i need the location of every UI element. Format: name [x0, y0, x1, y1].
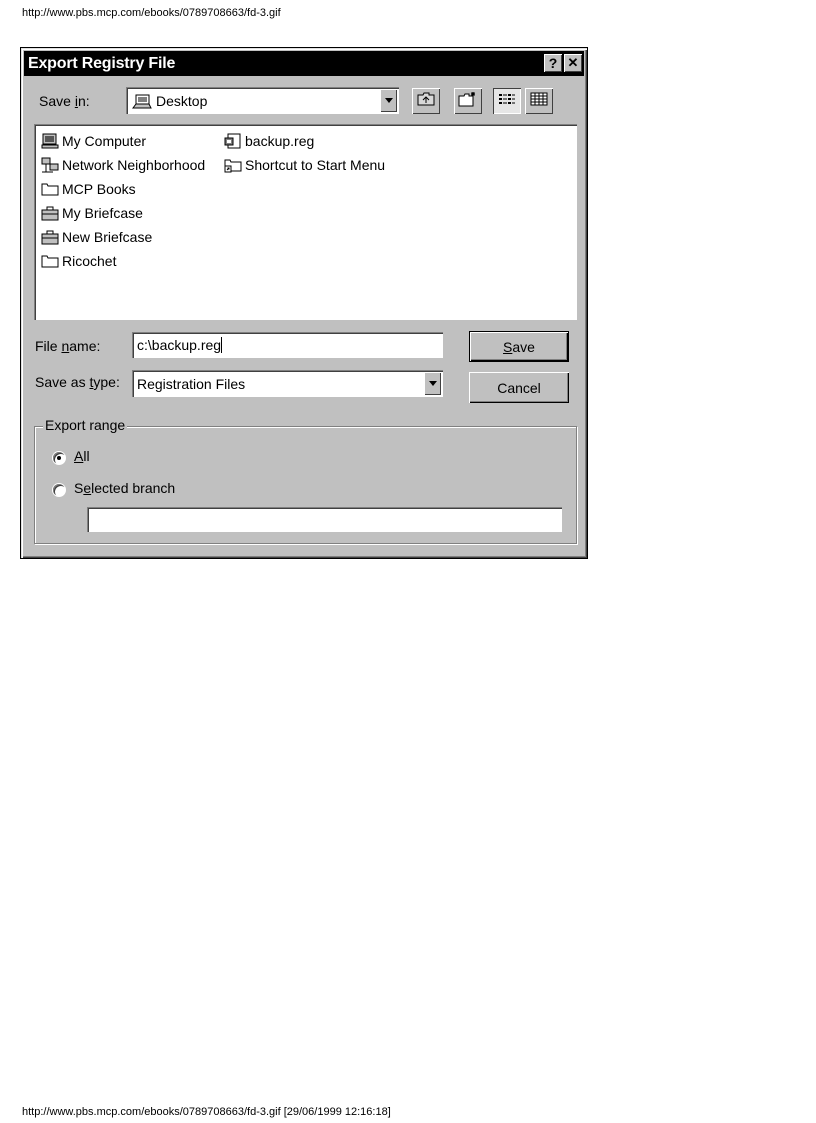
- list-item-label: Ricochet: [62, 253, 117, 269]
- up-one-level-button[interactable]: [412, 88, 440, 114]
- list-item[interactable]: Ricochet: [41, 250, 116, 272]
- close-button[interactable]: ✕: [564, 54, 582, 72]
- list-item[interactable]: My Computer: [41, 130, 146, 152]
- chevron-down-icon[interactable]: [424, 372, 441, 395]
- list-item-label: Shortcut to Start Menu: [245, 157, 386, 173]
- list-item[interactable]: My Briefcase: [41, 202, 143, 224]
- briefcase-icon: [41, 205, 59, 221]
- list-item-label: MCP Books: [62, 181, 136, 197]
- export-registry-dialog: Export Registry File ? ✕ Save in: Deskto…: [20, 47, 588, 559]
- list-item[interactable]: New Briefcase: [41, 226, 152, 248]
- details-view-button[interactable]: [525, 88, 553, 114]
- new-folder-icon: [458, 91, 478, 112]
- list-item[interactable]: MCP Books: [41, 178, 136, 200]
- radio-all-label[interactable]: All: [74, 448, 90, 464]
- radio-selected-branch[interactable]: [53, 484, 65, 496]
- details-icon: [530, 92, 548, 111]
- create-new-folder-button[interactable]: [454, 88, 482, 114]
- computer-icon: [41, 133, 59, 149]
- save-in-value: Desktop: [156, 92, 208, 109]
- save-as-type-value: Registration Files: [137, 375, 246, 392]
- close-icon: ✕: [567, 55, 579, 70]
- selected-branch-input[interactable]: [87, 507, 562, 532]
- dialog-title: Export Registry File: [28, 54, 176, 72]
- list-item[interactable]: backup.reg: [224, 130, 314, 152]
- radio-all[interactable]: [53, 452, 65, 464]
- folder-icon: [41, 253, 59, 269]
- save-as-type-label: Save as type:: [35, 374, 120, 390]
- list-item-label: New Briefcase: [62, 229, 153, 245]
- radio-selected-branch-label[interactable]: Selected branch: [74, 480, 175, 496]
- file-name-value: c:\backup.reg: [137, 337, 222, 353]
- network-icon: [41, 157, 59, 173]
- up-folder-icon: [417, 92, 435, 111]
- list-item-label: Network Neighborhood: [62, 157, 206, 173]
- list-item-label: backup.reg: [245, 133, 315, 149]
- save-button[interactable]: Save: [469, 331, 569, 362]
- file-name-label: File name:: [35, 338, 101, 354]
- text-cursor: [221, 337, 223, 353]
- cancel-button[interactable]: Cancel: [469, 372, 569, 403]
- briefcase-icon: [41, 229, 59, 245]
- save-in-dropdown[interactable]: Desktop: [126, 87, 399, 114]
- export-range-group: Export range All Selected branch: [34, 417, 577, 544]
- list-icon: [498, 92, 516, 111]
- list-item[interactable]: Shortcut to Start Menu: [224, 154, 385, 176]
- desktop-icon: [132, 93, 152, 109]
- list-item[interactable]: Network Neighborhood: [41, 154, 205, 176]
- file-list[interactable]: My Computer Network Neighborhood MCP Boo…: [34, 124, 577, 320]
- export-range-legend: Export range: [43, 417, 128, 433]
- chevron-down-icon[interactable]: [380, 89, 397, 112]
- page-footer: http://www.pbs.mcp.com/ebooks/0789708663…: [22, 1106, 391, 1118]
- save-in-label: Save in:: [39, 93, 90, 109]
- list-item-label: My Briefcase: [62, 205, 143, 221]
- help-button[interactable]: ?: [544, 54, 562, 72]
- registry-file-icon: [224, 133, 242, 149]
- shortcut-folder-icon: [224, 157, 242, 173]
- title-bar: Export Registry File ? ✕: [24, 51, 584, 76]
- file-name-input[interactable]: c:\backup.reg: [132, 332, 443, 358]
- page-url: http://www.pbs.mcp.com/ebooks/0789708663…: [22, 7, 281, 19]
- save-as-type-dropdown[interactable]: Registration Files: [132, 370, 443, 397]
- list-item-label: My Computer: [62, 133, 147, 149]
- folder-icon: [41, 181, 59, 197]
- list-view-button[interactable]: [493, 88, 521, 114]
